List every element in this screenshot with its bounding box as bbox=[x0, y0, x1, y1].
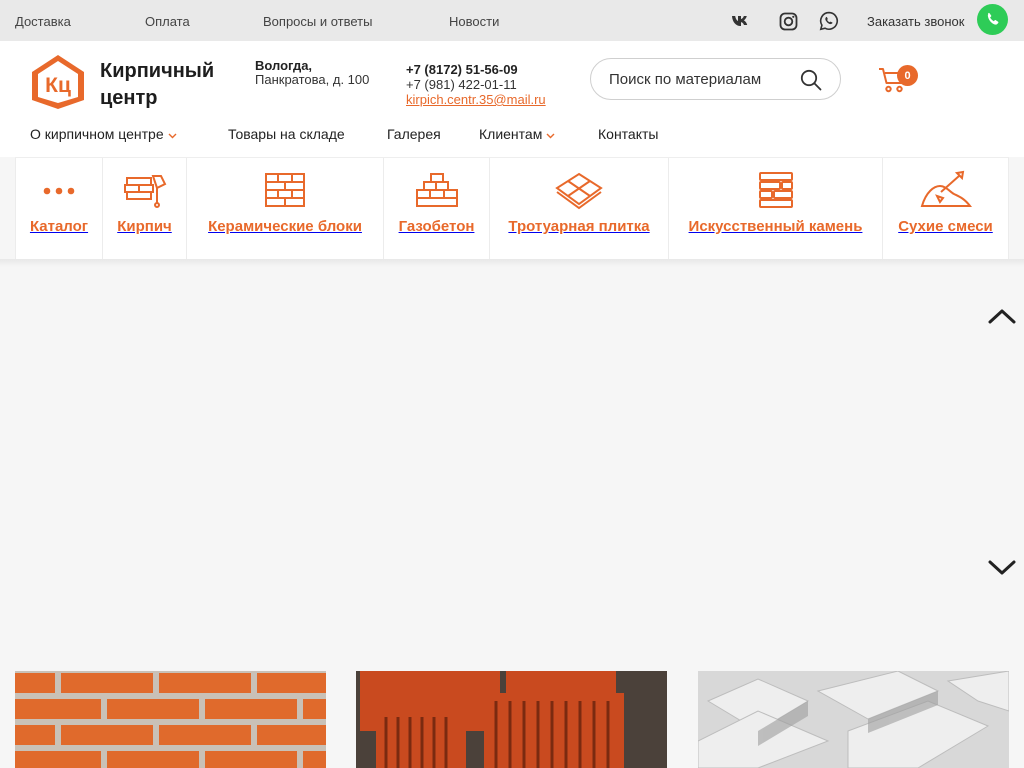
category-label: Сухие смеси bbox=[898, 218, 993, 235]
logo-text[interactable]: Кирпичный центр bbox=[100, 58, 240, 112]
category-brick[interactable]: Кирпич bbox=[103, 158, 187, 259]
cart-count-badge: 0 bbox=[897, 65, 918, 86]
dry-mix-icon bbox=[920, 170, 972, 207]
gas-concrete-image[interactable] bbox=[698, 671, 1009, 768]
nav-stock[interactable]: Товары на складе bbox=[228, 126, 345, 142]
category-label: Каталог bbox=[29, 218, 89, 235]
search-input[interactable] bbox=[609, 69, 789, 89]
logo-letters: Кц bbox=[45, 74, 71, 97]
nav-contacts[interactable]: Контакты bbox=[598, 126, 658, 142]
category-label: Тротуарная плитка bbox=[508, 218, 650, 235]
address-street: Панкратова, д. 100 bbox=[255, 72, 370, 87]
dots-icon bbox=[43, 187, 75, 195]
callback-label[interactable]: Заказать звонок bbox=[867, 14, 964, 29]
phone-primary[interactable]: +7 (8172) 51-56-09 bbox=[406, 62, 518, 77]
top-link-payment[interactable]: Оплата bbox=[145, 14, 190, 29]
search-icon[interactable] bbox=[800, 69, 822, 91]
phone-icon bbox=[987, 12, 999, 25]
category-catalog[interactable]: Каталог bbox=[15, 158, 103, 259]
search-box bbox=[590, 58, 841, 100]
instagram-icon[interactable] bbox=[777, 10, 799, 32]
artificial-stone-icon bbox=[758, 172, 793, 208]
chevron-down-icon bbox=[546, 133, 555, 139]
email-link[interactable]: kirpich.centr.35@mail.ru bbox=[406, 92, 546, 107]
category-bar-shadow bbox=[0, 259, 1024, 267]
top-link-news[interactable]: Новости bbox=[449, 14, 499, 29]
category-dry-mix[interactable]: Сухие смеси bbox=[883, 158, 1009, 259]
brick-wall-image[interactable] bbox=[15, 671, 326, 768]
logo-icon[interactable]: Кц bbox=[29, 53, 87, 111]
address-city: Вологда, bbox=[255, 58, 313, 73]
category-artificial-stone[interactable]: Искусственный камень bbox=[669, 158, 883, 259]
category-ceramic-blocks[interactable]: Керамические блоки bbox=[187, 158, 384, 259]
phone-secondary[interactable]: +7 (981) 422-01-11 bbox=[406, 77, 517, 92]
whatsapp-icon[interactable] bbox=[818, 10, 840, 32]
nav-clients[interactable]: Клиентам bbox=[479, 126, 555, 142]
category-label: Кирпич bbox=[117, 218, 172, 235]
chevron-down-icon bbox=[168, 133, 177, 139]
top-link-faq[interactable]: Вопросы и ответы bbox=[263, 14, 372, 29]
ceramic-blocks-image[interactable] bbox=[356, 671, 667, 768]
nav-clients-label: Клиентам bbox=[479, 126, 543, 142]
ceramic-blocks-icon bbox=[265, 173, 305, 207]
paving-tile-icon bbox=[555, 172, 603, 210]
category-gas-concrete[interactable]: Газобетон bbox=[384, 158, 490, 259]
brick-trowel-icon bbox=[123, 175, 166, 208]
slider-down-arrow-icon[interactable] bbox=[987, 557, 1017, 579]
category-label: Керамические блоки bbox=[208, 218, 362, 235]
gas-concrete-icon bbox=[415, 173, 458, 207]
top-link-delivery[interactable]: Доставка bbox=[15, 14, 71, 29]
nav-about-label: О кирпичном центре bbox=[30, 126, 164, 142]
call-button[interactable] bbox=[977, 4, 1008, 35]
category-label: Искусственный камень bbox=[688, 218, 863, 235]
category-bar: Каталог Кирпич Керамические блоки Газобе… bbox=[15, 157, 1009, 259]
nav-gallery[interactable]: Галерея bbox=[387, 126, 441, 142]
vk-icon[interactable] bbox=[730, 10, 752, 32]
nav-about[interactable]: О кирпичном центре bbox=[30, 126, 177, 142]
category-paving-tile[interactable]: Тротуарная плитка bbox=[490, 158, 669, 259]
top-bar: Доставка Оплата Вопросы и ответы Новости… bbox=[0, 0, 1024, 41]
category-label: Газобетон bbox=[398, 218, 475, 235]
slider-up-arrow-icon[interactable] bbox=[987, 305, 1017, 327]
